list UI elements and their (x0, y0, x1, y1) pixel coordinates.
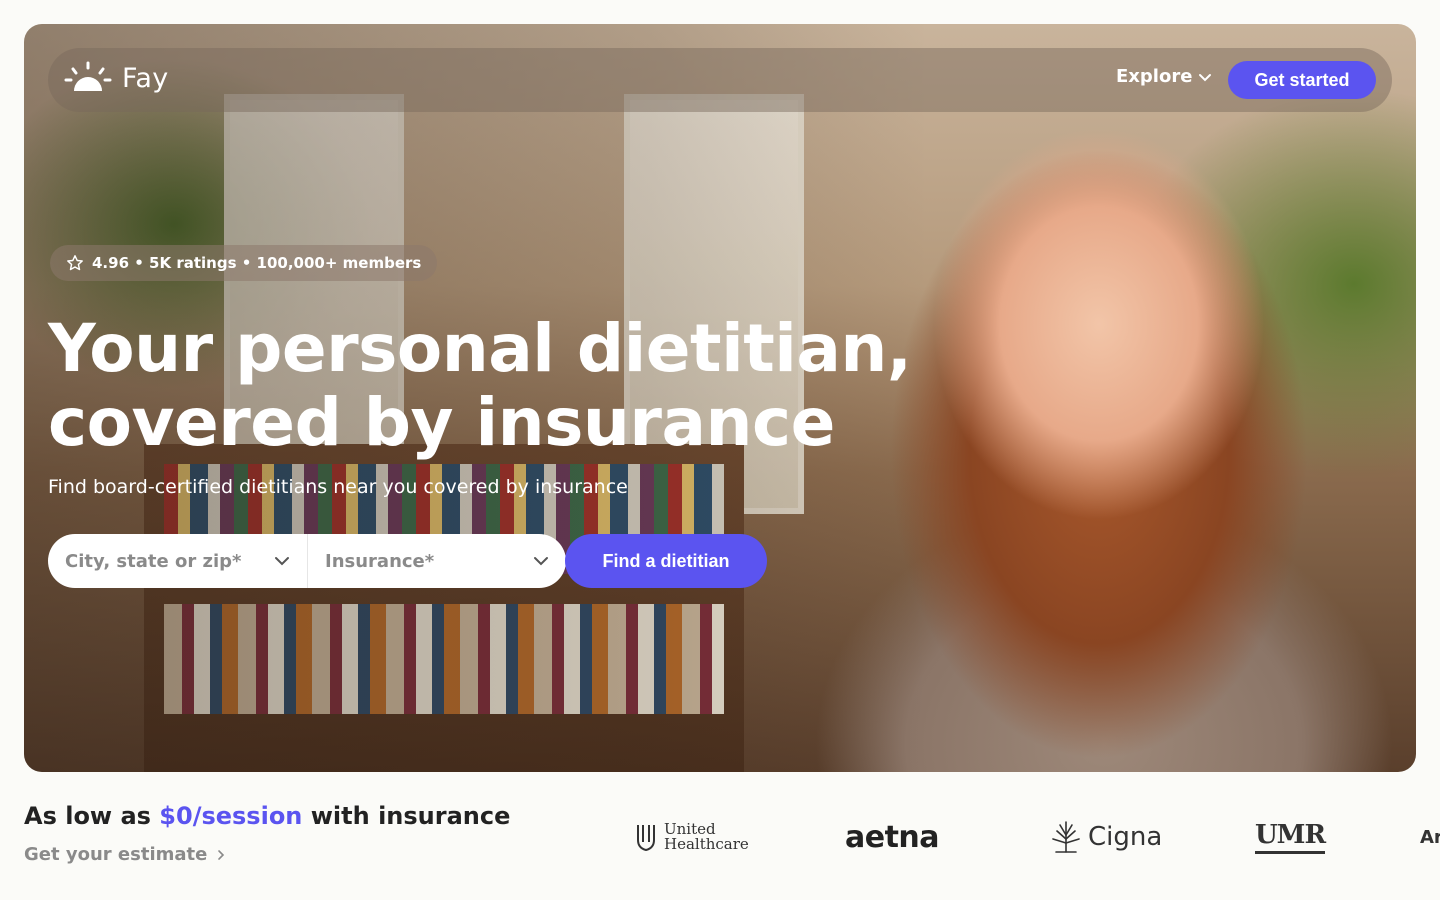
insurance-select[interactable]: Insurance* (308, 534, 566, 588)
headline-line-2: covered by insurance (48, 384, 835, 461)
subheadline: Find board-certified dietitians near you… (48, 476, 628, 498)
insurance-placeholder: Insurance* (325, 550, 435, 572)
united-line-2: Healthcare (664, 835, 749, 853)
umr-logo: UMR (1255, 808, 1326, 866)
brand-name: Fay (122, 62, 169, 94)
chevron-down-icon (275, 557, 289, 566)
unitedhealthcare-logo: United Healthcare (636, 808, 749, 866)
dietitian-search-form: City, state or zip* Insurance* (48, 534, 566, 588)
cigna-text: Cigna (1088, 822, 1163, 852)
estimate-label: Get your estimate (24, 844, 208, 865)
sun-logo-icon (64, 61, 112, 91)
uhc-shield-icon (637, 825, 655, 852)
explore-menu[interactable]: Explore (1116, 66, 1212, 87)
cigna-tree-icon (1052, 821, 1080, 853)
chevron-right-icon (218, 849, 225, 860)
cigna-logo: Cigna (1048, 808, 1162, 866)
partial-insurer-logo: Ar (1420, 826, 1440, 848)
get-started-button[interactable]: Get started (1228, 61, 1376, 99)
brand-logo[interactable]: Fay (62, 60, 168, 96)
star-icon (67, 255, 83, 271)
chevron-down-icon (534, 557, 548, 566)
promo-text-after: with insurance (302, 802, 511, 830)
page-title: Your personal dietitian, covered by insu… (48, 312, 928, 460)
promo-price: $0/session (159, 802, 303, 830)
aetna-logo: aetna (845, 819, 940, 855)
explore-label: Explore (1116, 66, 1193, 87)
rating-text: 4.96 • 5K ratings • 100,000+ members (92, 254, 422, 272)
find-dietitian-button[interactable]: Find a dietitian (565, 534, 767, 588)
insurance-promo: As low as $0/session with insurance (24, 802, 510, 830)
location-placeholder: City, state or zip* (65, 550, 242, 572)
location-select[interactable]: City, state or zip* (48, 534, 308, 588)
chevron-down-icon (1199, 73, 1212, 81)
umr-text: UMR (1255, 820, 1326, 854)
headline-line-1: Your personal dietitian, (48, 310, 912, 387)
rating-badge: 4.96 • 5K ratings • 100,000+ members (50, 245, 438, 281)
insurer-logos: United Healthcare aetna Cigna UMR Ar (600, 808, 1440, 866)
promo-text-before: As low as (24, 802, 160, 830)
get-estimate-link[interactable]: Get your estimate (24, 844, 227, 865)
